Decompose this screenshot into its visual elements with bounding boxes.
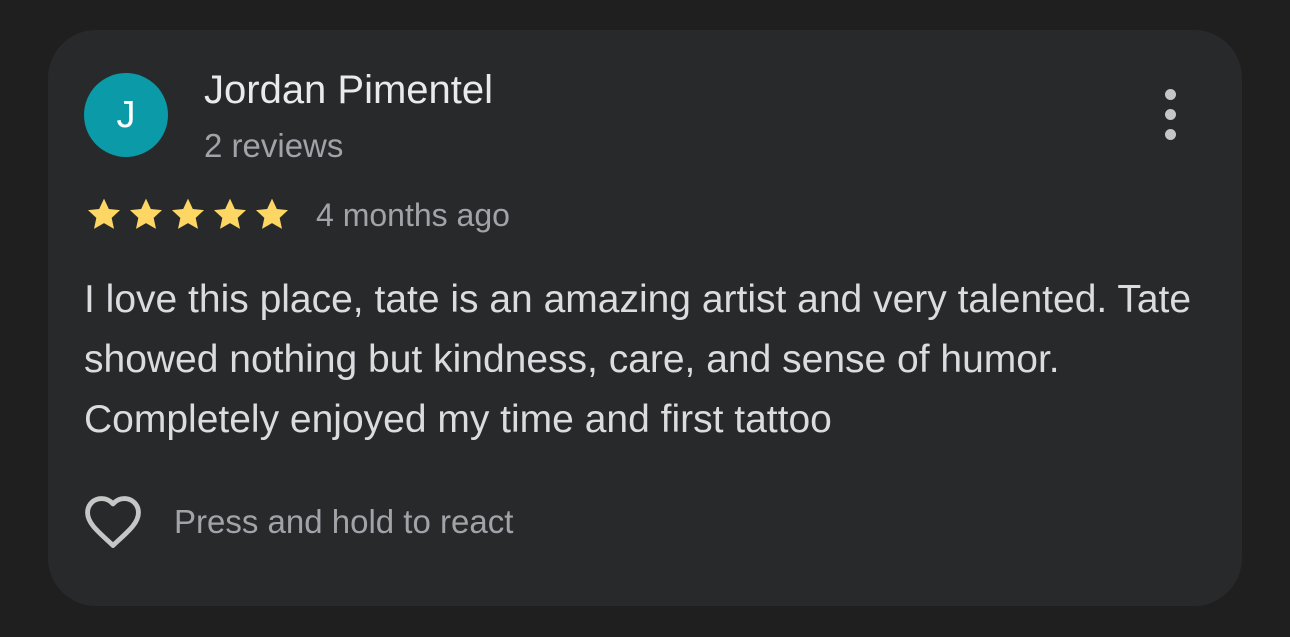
review-time: 4 months ago xyxy=(316,196,510,233)
avatar-initial: J xyxy=(116,94,136,136)
avatar[interactable]: J xyxy=(84,73,168,157)
more-vert-icon xyxy=(1164,88,1176,100)
review-text: I love this place, tate is an amazing ar… xyxy=(84,278,1192,441)
review-count: 2 reviews xyxy=(204,127,344,164)
star-icon xyxy=(88,198,120,229)
star-icon xyxy=(256,198,288,229)
author-name[interactable]: Jordan Pimentel xyxy=(204,66,493,114)
rating-row: 4 months ago xyxy=(84,193,510,237)
star-icon xyxy=(172,198,204,229)
heart-outline-icon[interactable] xyxy=(82,494,144,550)
star-rating xyxy=(84,195,292,235)
review-card: J Jordan Pimentel 2 reviews 4 months ago… xyxy=(48,30,1242,606)
more-options-button[interactable] xyxy=(1138,82,1202,146)
react-label: Press and hold to react xyxy=(174,503,514,540)
star-icon xyxy=(130,198,162,229)
star-icon xyxy=(214,198,246,229)
react-button[interactable]: Press and hold to react xyxy=(82,492,513,552)
